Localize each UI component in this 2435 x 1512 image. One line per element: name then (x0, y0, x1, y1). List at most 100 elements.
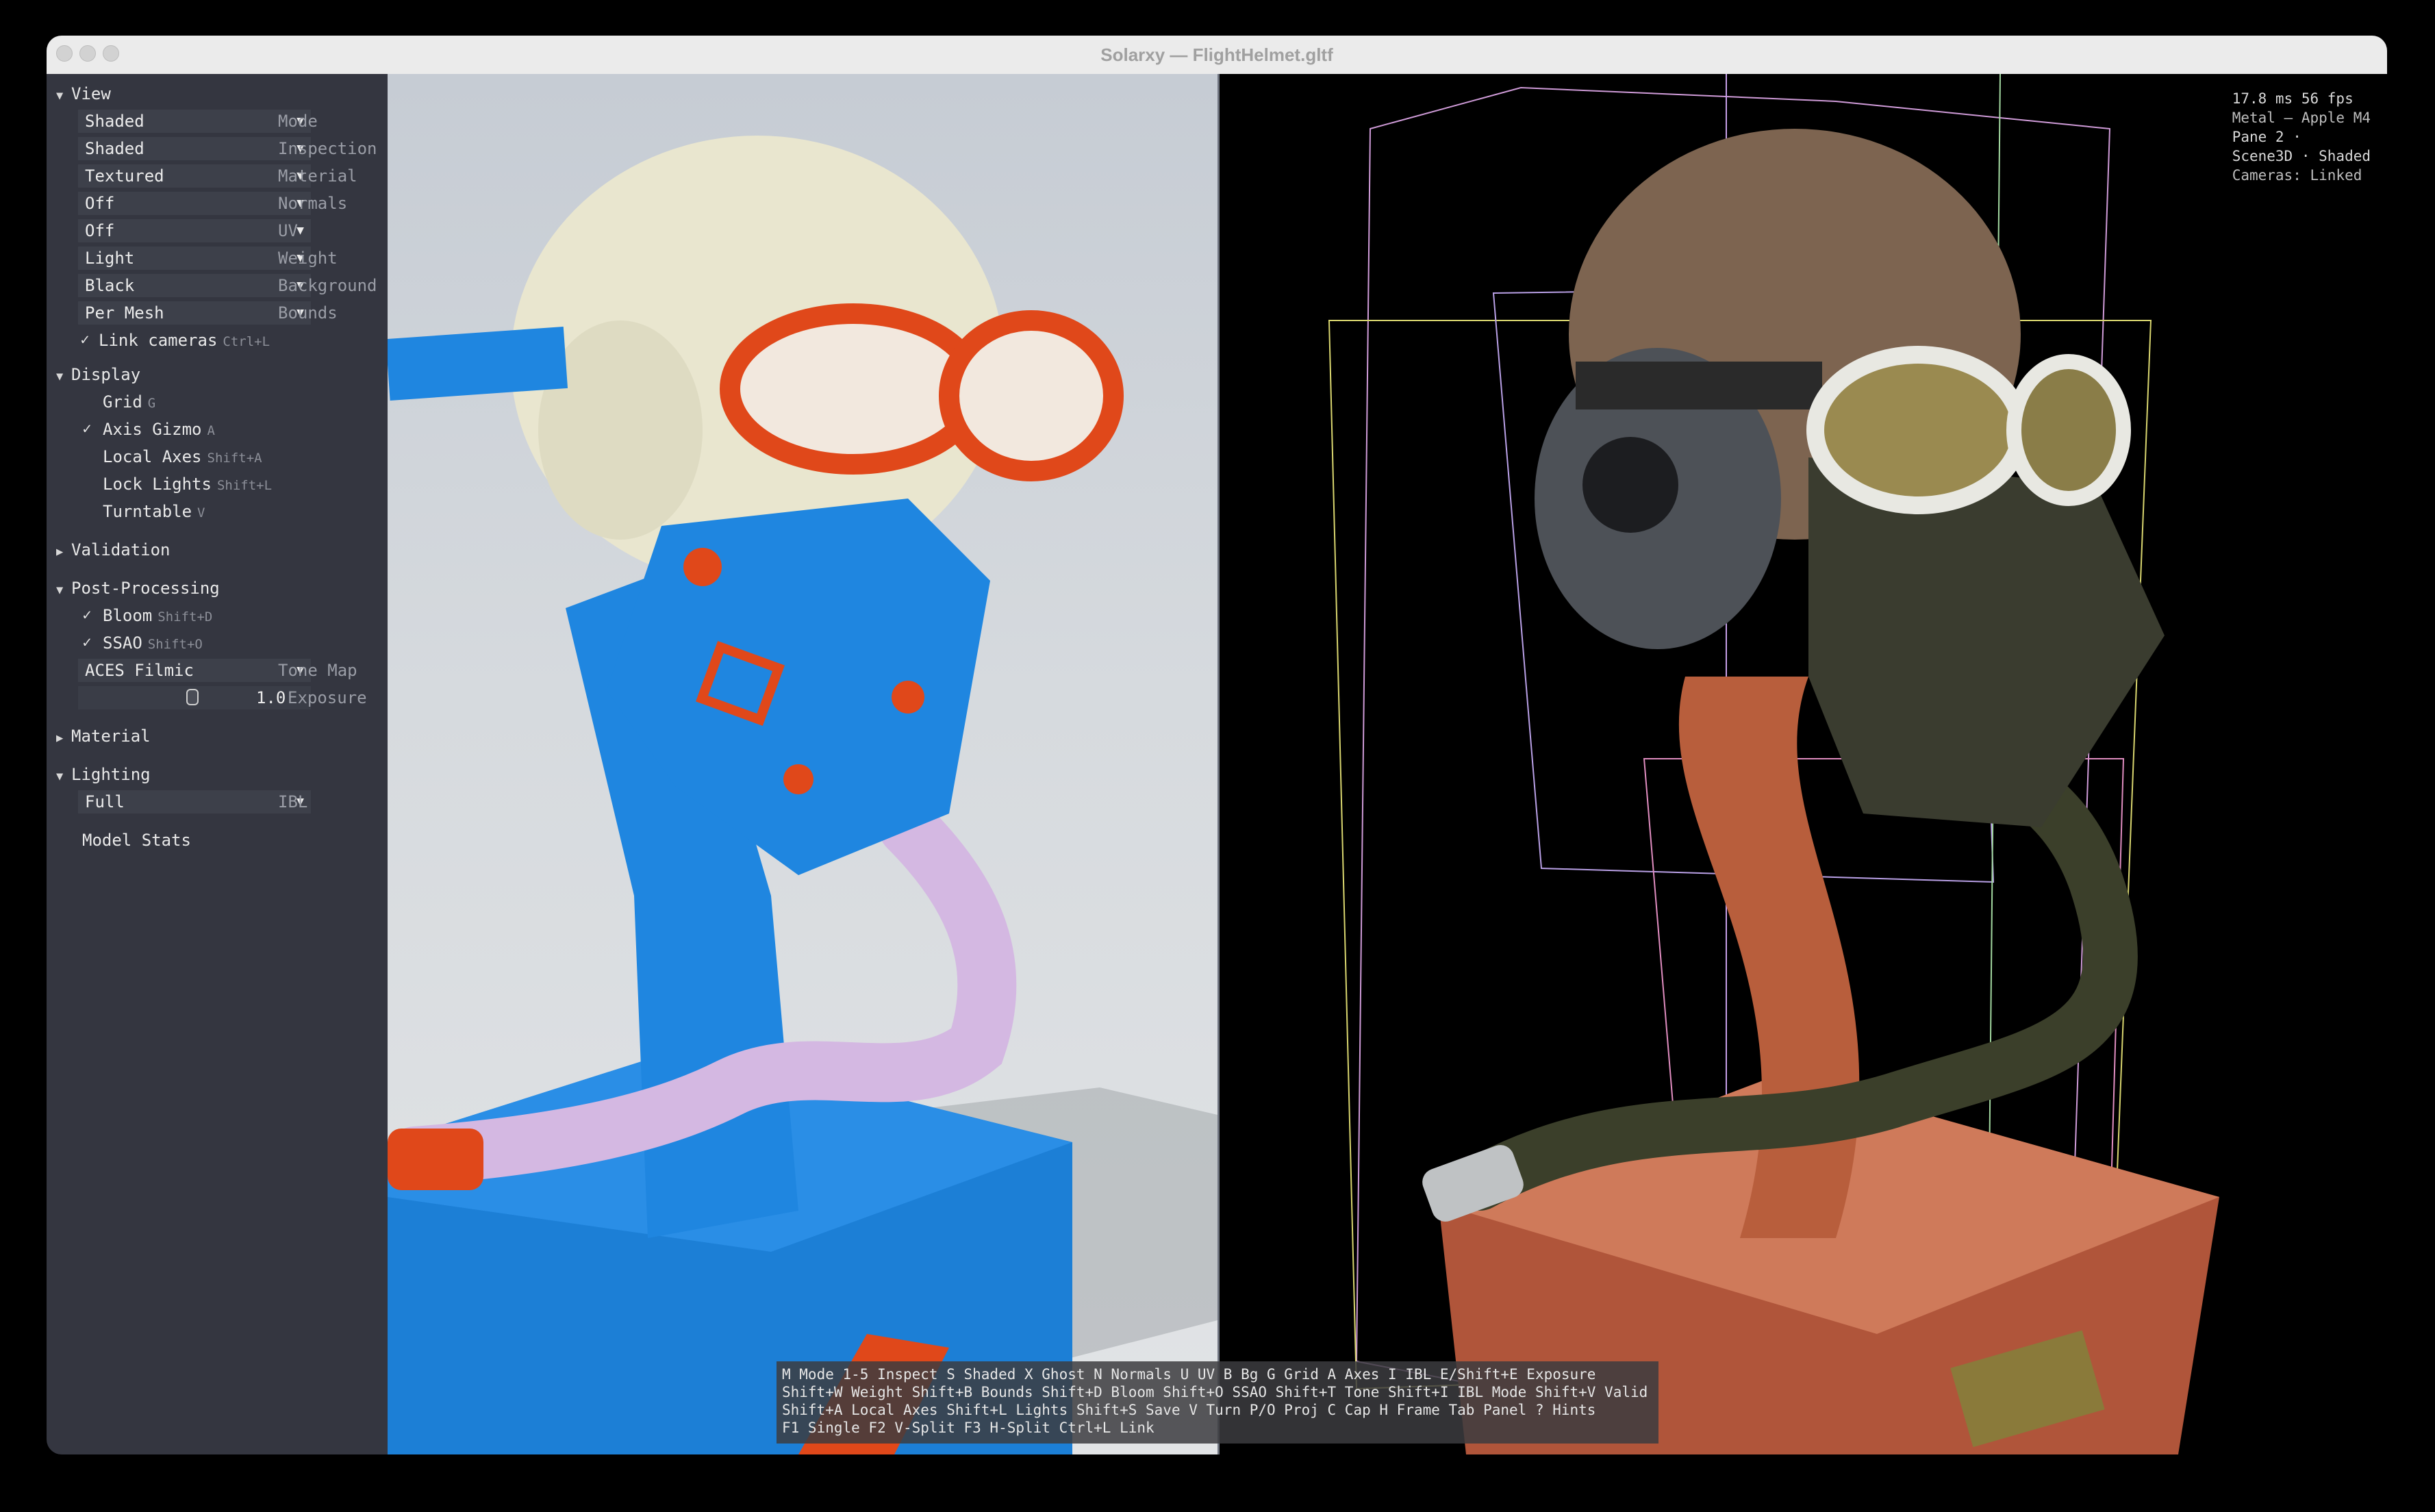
local-axes-checkbox[interactable] (78, 448, 96, 466)
combo-row-ibl: Full ▼ IBL (47, 789, 388, 815)
bloom-shortcut: Shift+D (157, 609, 213, 625)
mode-label: Mode (278, 112, 318, 131)
helmet-render-textured (1328, 74, 2219, 1454)
grid-toggle-row[interactable]: Grid G (47, 389, 388, 415)
lock-lights-checkbox[interactable] (78, 475, 96, 493)
mode-dropdown[interactable]: Shaded ▼ (78, 110, 311, 133)
perf-stats-overlay: 17.8 ms 56 fps Metal — Apple M4 Pane 2 ·… (2232, 89, 2371, 185)
grid-label: Grid (103, 392, 142, 412)
rivet (683, 548, 722, 586)
ssao-label: SSAO (103, 633, 142, 653)
section-view-header[interactable]: ▼ View (56, 81, 111, 107)
axis-gizmo-toggle-row[interactable]: ✓ Axis Gizmo A (47, 416, 388, 442)
oxygen-mask-rubber (1808, 457, 2165, 827)
viewport-pane-1[interactable] (388, 74, 1218, 1454)
combo-row-weight: Light ▼ Weight (47, 245, 388, 271)
link-cameras-row[interactable]: ✓ Link cameras Ctrl+L (47, 327, 388, 353)
section-validation-header[interactable]: ▶ Validation (56, 537, 171, 563)
goggle-strap (388, 327, 568, 401)
section-model-stats-header[interactable]: Model Stats (82, 827, 191, 853)
pane-label: Pane 2 · (2232, 129, 2301, 145)
check-icon[interactable]: ✓ (78, 331, 92, 349)
combo-row-normals: Off ▼ Normals (47, 190, 388, 216)
section-material-header[interactable]: ▶ Material (56, 723, 151, 749)
combo-row-mode: Shaded ▼ Mode (47, 108, 388, 134)
chevron-down-icon: ▼ (56, 770, 64, 783)
bloom-toggle-row[interactable]: ✓ Bloom Shift+D (47, 603, 388, 629)
material-label: Material (278, 166, 357, 186)
uv-dropdown[interactable]: Off ▼ (78, 219, 311, 242)
link-cameras-shortcut: Ctrl+L (223, 334, 270, 349)
weight-dropdown[interactable]: Light ▼ (78, 247, 311, 270)
grid-checkbox[interactable] (78, 393, 96, 411)
combo-row-inspection: Shaded ▼ Inspection (47, 136, 388, 162)
frame-time: 17.8 ms 56 fps (2232, 90, 2354, 107)
combo-row-bounds: Per Mesh ▼ Bounds (47, 300, 388, 326)
local-axes-shortcut: Shift+A (207, 451, 262, 466)
section-post-processing-header[interactable]: ▼ Post-Processing (56, 575, 220, 601)
section-display-header[interactable]: ▼ Display (56, 362, 140, 388)
lock-lights-shortcut: Shift+L (216, 478, 273, 493)
title-bar[interactable]: Solarxy — FlightHelmet.gltf (47, 36, 2387, 75)
exposure-label: Exposure (288, 688, 367, 707)
exposure-slider[interactable]: 1.0 (78, 686, 311, 709)
hint-line: F1 Single F2 V-Split F3 H-Split Ctrl+L L… (782, 1420, 1155, 1436)
chevron-down-icon: ▼ (56, 370, 64, 383)
local-axes-label: Local Axes (103, 447, 202, 466)
material-dropdown[interactable]: Textured ▼ (78, 164, 311, 188)
local-axes-toggle-row[interactable]: Local Axes Shift+A (47, 444, 388, 470)
bounds-label: Bounds (278, 303, 338, 323)
lock-lights-label: Lock Lights (103, 475, 212, 494)
axis-gizmo-label: Axis Gizmo (103, 420, 202, 439)
turntable-checkbox[interactable] (78, 503, 96, 520)
exposure-value: 1.0 (256, 688, 286, 707)
inspection-dropdown[interactable]: Shaded ▼ (78, 137, 311, 160)
goggles-right (939, 310, 1124, 481)
combo-row-uv: Off ▼ UV (47, 218, 388, 244)
uv-label: UV (278, 221, 298, 240)
goggle-lens (2006, 354, 2131, 506)
hint-line: M Mode 1-5 Inspect S Shaded X Ghost N No… (782, 1366, 1596, 1383)
ssao-toggle-row[interactable]: ✓ SSAO Shift+O (47, 630, 388, 656)
axis-gizmo-shortcut: A (207, 423, 215, 438)
background-label: Background (278, 276, 377, 295)
goggle-lens (1806, 346, 2030, 514)
gpu-backend: Metal — Apple M4 (2232, 110, 2371, 126)
tone-map-dropdown[interactable]: ACES Filmic ▼ (78, 659, 311, 682)
exposure-slider-handle[interactable] (186, 689, 199, 705)
check-icon[interactable]: ✓ (78, 420, 96, 438)
chevron-right-icon: ▶ (56, 731, 64, 745)
lock-lights-toggle-row[interactable]: Lock Lights Shift+L (47, 471, 388, 497)
check-icon[interactable]: ✓ (78, 634, 96, 652)
normals-dropdown[interactable]: Off ▼ (78, 192, 311, 215)
hint-line: Shift+A Local Axes Shift+L Lights Shift+… (782, 1402, 1596, 1418)
keyboard-hints-overlay: M Mode 1-5 Inspect S Shaded X Ghost N No… (777, 1361, 1658, 1444)
exposure-row: 1.0 Exposure (47, 685, 388, 711)
camera-link-status: Cameras: Linked (2232, 167, 2362, 184)
inspector-panel: ▼ View Shaded ▼ Mode Shaded ▼ Inspection Te… (47, 74, 388, 1454)
chevron-right-icon: ▶ (56, 545, 64, 559)
bounds-dropdown[interactable]: Per Mesh ▼ (78, 301, 311, 325)
ibl-dropdown[interactable]: Full ▼ (78, 790, 311, 814)
bloom-label: Bloom (103, 606, 153, 625)
goggle-strap-dark (1576, 362, 1822, 410)
window-title: Solarxy — FlightHelmet.gltf (1100, 45, 1333, 65)
inspection-label: Inspection (278, 139, 377, 158)
chevron-down-icon: ▼ (56, 583, 64, 597)
combo-row-tone-map: ACES Filmic ▼ Tone Map (47, 657, 388, 683)
ear-cup-center (1582, 437, 1678, 533)
link-cameras-label: Link cameras (99, 331, 218, 350)
helmet-render-flat (388, 136, 1218, 1454)
scene-mode: Scene3D · Shaded (2232, 148, 2371, 164)
section-lighting-header[interactable]: ▼ Lighting (56, 761, 151, 788)
background-dropdown[interactable]: Black ▼ (78, 274, 311, 297)
viewport-pane-2[interactable]: 17.8 ms 56 fps Metal — Apple M4 Pane 2 ·… (1220, 74, 2387, 1454)
normals-label: Normals (278, 194, 348, 213)
check-icon[interactable]: ✓ (78, 607, 96, 625)
chevron-down-icon: ▼ (56, 89, 64, 103)
tone-map-label: Tone Map (278, 661, 357, 680)
ssao-shortcut: Shift+O (147, 637, 203, 652)
turntable-label: Turntable (103, 502, 192, 521)
turntable-toggle-row[interactable]: Turntable V (47, 499, 388, 525)
turntable-shortcut: V (197, 505, 205, 520)
